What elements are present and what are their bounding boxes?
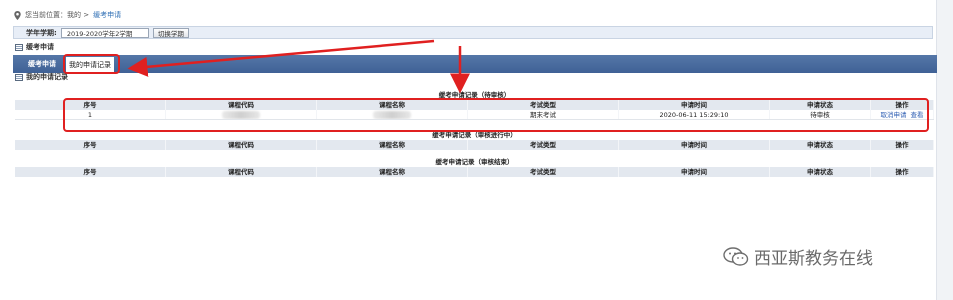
- arrow-to-records-tab: [127, 39, 435, 77]
- wechat-icon: [723, 246, 749, 266]
- watermark-text: 西亚斯教务在线: [754, 249, 873, 269]
- watermark: 西亚斯教务在线: [723, 244, 873, 269]
